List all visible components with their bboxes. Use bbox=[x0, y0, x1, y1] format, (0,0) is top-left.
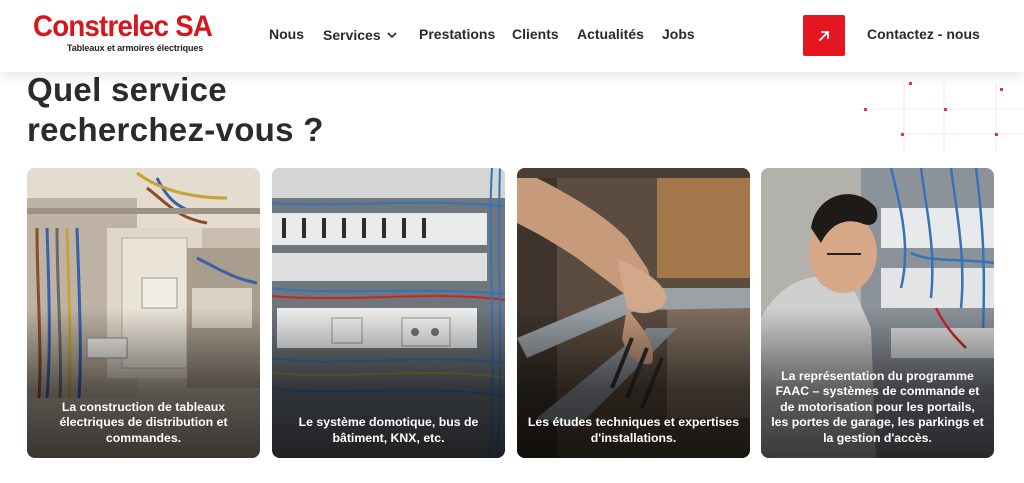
card-caption: La représentation du programme FAAC – sy… bbox=[771, 368, 984, 445]
card-caption: Le système domotique, bus de bâtiment, K… bbox=[298, 415, 479, 445]
contact-arrow-button[interactable] bbox=[803, 15, 845, 56]
decorative-dots bbox=[860, 82, 1024, 152]
site-header: Constrelec SA Tableaux et armoires élect… bbox=[0, 0, 1024, 72]
brand-tagline: Tableaux et armoires électriques bbox=[67, 43, 204, 53]
brand-name: Constrelec SA bbox=[33, 10, 213, 43]
card-caption: Les études techniques et expertises d'in… bbox=[527, 415, 740, 445]
nav-item-prestations[interactable]: Prestations bbox=[419, 26, 495, 42]
section-title-line1: Quel service bbox=[27, 71, 227, 108]
service-card-domotique[interactable]: Le système domotique, bus de bâtiment, K… bbox=[272, 168, 505, 458]
contact-link[interactable]: Contactez - nous bbox=[867, 26, 980, 42]
nav-item-services-label: Services bbox=[323, 27, 381, 43]
service-card-etudes[interactable]: Les études techniques et expertises d'in… bbox=[517, 168, 750, 458]
card-caption: La construction de tableaux électriques … bbox=[59, 399, 228, 445]
nav-item-nous[interactable]: Nous bbox=[269, 26, 304, 42]
service-card-faac[interactable]: La représentation du programme FAAC – sy… bbox=[761, 168, 994, 458]
nav-item-clients[interactable]: Clients bbox=[512, 26, 559, 42]
arrow-up-right-icon bbox=[818, 30, 830, 41]
brand-logo[interactable]: Constrelec SA Tableaux et armoires élect… bbox=[33, 12, 218, 56]
chevron-down-icon bbox=[387, 26, 397, 42]
nav-item-services[interactable]: Services bbox=[323, 26, 397, 43]
nav-item-actualites[interactable]: Actualités bbox=[577, 26, 644, 42]
section-title: Quel service recherchez-vous ? bbox=[27, 70, 507, 150]
nav-item-jobs[interactable]: Jobs bbox=[662, 26, 695, 42]
service-card-construction[interactable]: La construction de tableaux électriques … bbox=[27, 168, 260, 458]
section-title-line2: recherchez-vous ? bbox=[27, 111, 324, 148]
